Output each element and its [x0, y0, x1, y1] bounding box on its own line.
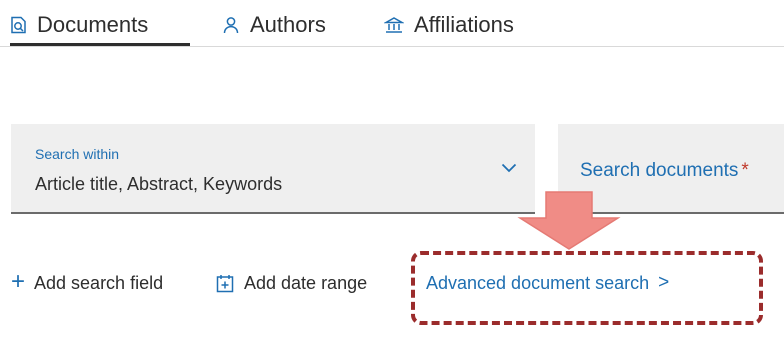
advanced-document-search-label: Advanced document search	[426, 272, 650, 293]
tab-documents-label: Documents	[37, 11, 149, 37]
search-within-value: Article title, Abstract, Keywords	[35, 174, 283, 194]
required-marker: *	[741, 160, 749, 181]
tab-documents[interactable]: Documents	[10, 6, 190, 46]
chevron-down-icon	[501, 160, 517, 178]
person-icon	[222, 16, 240, 34]
search-documents-input[interactable]: Search documents *	[558, 124, 784, 214]
chevron-right-icon: >	[658, 272, 670, 293]
scopus-search-panel: Documents Authors Affiliations Search wi…	[0, 0, 784, 356]
add-search-field-label: Add search field	[34, 272, 164, 293]
search-documents-placeholder-text: Search documents	[580, 160, 739, 181]
calendar-add-icon	[216, 274, 234, 293]
institution-icon	[384, 16, 404, 34]
plus-icon: +	[11, 268, 26, 295]
search-within-dropdown[interactable]: Search within Article title, Abstract, K…	[11, 124, 535, 214]
tab-authors-label: Authors	[250, 12, 326, 37]
document-search-icon	[10, 16, 27, 34]
add-search-field-button[interactable]: + Add search field	[11, 266, 163, 300]
search-within-label: Search within	[35, 146, 120, 162]
advanced-document-search-link[interactable]: Advanced document search >	[426, 266, 669, 300]
tab-authors[interactable]: Authors	[222, 6, 326, 44]
add-date-range-label: Add date range	[244, 272, 368, 293]
tab-affiliations-label: Affiliations	[414, 12, 514, 37]
search-documents-placeholder: Search documents *	[580, 160, 749, 182]
add-date-range-button[interactable]: Add date range	[216, 266, 367, 300]
search-type-tabs: Documents Authors Affiliations	[0, 0, 784, 47]
tab-affiliations[interactable]: Affiliations	[384, 6, 514, 44]
